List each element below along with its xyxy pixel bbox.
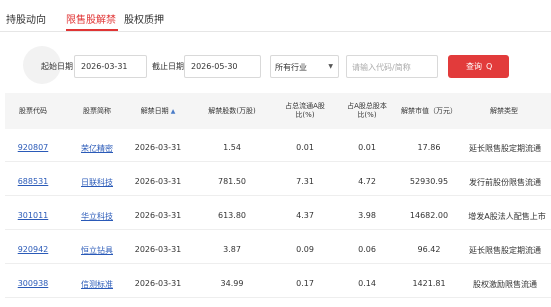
start-date-input[interactable]: 2026-03-31 <box>74 55 147 78</box>
float-ratio: 0.17 <box>296 279 314 288</box>
unlock-type: 延长限售股定期流通 <box>469 246 541 255</box>
tab-bar: 持股动向 限售股解禁 股权质押 <box>0 0 551 32</box>
unlock-type: 股权激励限售流通 <box>473 280 537 289</box>
search-icon: Q <box>486 62 493 71</box>
col-header-market-value: 解禁市值（万元） <box>401 107 457 115</box>
float-ratio: 0.01 <box>296 143 314 152</box>
sort-up-icon[interactable]: ▲ <box>171 108 176 115</box>
unlock-shares: 34.99 <box>220 279 244 288</box>
chevron-down-icon: ▼ <box>328 63 333 70</box>
stock-code-link[interactable]: 301011 <box>11 211 55 220</box>
unlock-shares: 613.80 <box>218 211 246 220</box>
float-ratio: 0.09 <box>296 245 314 254</box>
tab-restricted-unlock[interactable]: 限售股解禁 <box>66 11 116 26</box>
total-ratio: 0.14 <box>358 279 376 288</box>
industry-select-value: 所有行业 <box>275 63 307 72</box>
table-row: 920942 恒立钻具 2026-03-31 3.87 0.09 0.06 96… <box>5 234 551 264</box>
col-header-code: 股票代码 <box>19 107 47 115</box>
col-header-float-ratio: 占总流通A股 比(%) <box>285 102 325 119</box>
market-value: 96.42 <box>417 245 441 254</box>
table-row: 688531 日联科技 2026-03-31 781.50 7.31 4.72 … <box>5 166 551 196</box>
active-tab-indicator <box>66 29 118 31</box>
stock-code-link[interactable]: 688531 <box>11 177 55 186</box>
col-header-total-ratio: 占A股总股本 比(%) <box>347 102 387 119</box>
stock-name-link[interactable]: 恒立钻具 <box>75 245 119 256</box>
search-button[interactable]: 查询 Q <box>448 55 509 78</box>
table-header: 股票代码 股票简称 解禁日期 ▲ 解禁股数(万股) 占总流通A股 比(%) 占A股… <box>5 93 551 129</box>
unlock-date: 2026-03-31 <box>134 143 182 152</box>
stock-name-link[interactable]: 华立科技 <box>75 211 119 222</box>
table-row: 300938 信测标准 2026-03-31 34.99 0.17 0.14 1… <box>5 268 551 298</box>
unlock-shares: 3.87 <box>223 245 241 254</box>
table-row: 920807 荣亿精密 2026-03-31 1.54 0.01 0.01 17… <box>5 132 551 162</box>
float-ratio: 7.31 <box>296 177 314 186</box>
unlock-shares: 1.54 <box>223 143 241 152</box>
tab-equity-pledge[interactable]: 股权质押 <box>124 11 164 26</box>
table-row: 301011 华立科技 2026-03-31 613.80 4.37 3.98 … <box>5 200 551 230</box>
search-button-label: 查询 <box>466 62 482 71</box>
unlock-date: 2026-03-31 <box>134 177 182 186</box>
unlock-date: 2026-03-31 <box>134 279 182 288</box>
col-header-date[interactable]: 解禁日期 ▲ <box>133 107 183 116</box>
stock-name-link[interactable]: 信测标准 <box>75 279 119 290</box>
col-header-unlock-type: 解禁类型 <box>490 107 518 115</box>
col-header-name: 股票简称 <box>83 107 111 115</box>
stock-code-link[interactable]: 300938 <box>11 279 55 288</box>
unlock-type: 增发A股法人配售上市 <box>468 212 546 221</box>
search-input[interactable]: 请输入代码/简称 <box>346 55 438 78</box>
total-ratio: 0.01 <box>358 143 376 152</box>
industry-select[interactable]: 所有行业 ▼ <box>270 55 339 78</box>
end-date-input[interactable]: 2026-05-30 <box>184 55 261 78</box>
market-value: 17.86 <box>417 143 441 152</box>
stock-name-link[interactable]: 日联科技 <box>75 177 119 188</box>
col-header-date-label: 解禁日期 <box>140 107 169 115</box>
stock-code-link[interactable]: 920807 <box>11 143 55 152</box>
total-ratio: 4.72 <box>358 177 376 186</box>
market-value: 52930.95 <box>409 177 449 186</box>
total-ratio: 3.98 <box>358 211 376 220</box>
unlock-type: 延长限售股定期流通 <box>469 144 541 153</box>
market-value: 14682.00 <box>409 211 449 220</box>
tab-holdings-trend[interactable]: 持股动向 <box>6 11 46 26</box>
unlock-date: 2026-03-31 <box>134 211 182 220</box>
stock-code-link[interactable]: 920942 <box>11 245 55 254</box>
total-ratio: 0.06 <box>358 245 376 254</box>
float-ratio: 4.37 <box>296 211 314 220</box>
unlock-date: 2026-03-31 <box>134 245 182 254</box>
unlock-shares: 781.50 <box>218 177 246 186</box>
stock-name-link[interactable]: 荣亿精密 <box>75 143 119 154</box>
col-header-unlock-shares: 解禁股数(万股) <box>208 107 256 115</box>
unlock-type: 发行前股份限售流通 <box>469 178 541 187</box>
market-value: 1421.81 <box>412 279 446 288</box>
